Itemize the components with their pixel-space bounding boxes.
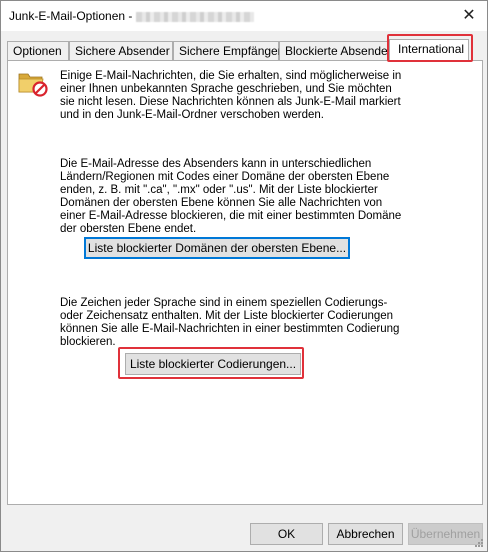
close-button[interactable]: ✕ — [457, 4, 481, 26]
domains-description: Die E-Mail-Adresse des Absenders kann in… — [60, 158, 402, 235]
blocked-encodings-list-button[interactable]: Liste blockierter Codierungen... — [125, 353, 301, 375]
title-bar: Junk-E-Mail-Optionen - ✕ — [1, 1, 487, 31]
junk-folder-icon — [18, 73, 48, 97]
dialog-window: Junk-E-Mail-Optionen - ✕ Optionen Sicher… — [0, 0, 488, 552]
tab-sichere-empfaenger[interactable]: Sichere Empfänger — [173, 41, 282, 61]
resize-grip-icon[interactable] — [474, 538, 484, 548]
tab-blockierte-absender[interactable]: Blockierte Absender — [279, 41, 392, 61]
blurred-account-name — [136, 11, 255, 22]
window-title: Junk-E-Mail-Optionen - — [9, 9, 255, 23]
intro-text: Einige E-Mail-Nachrichten, die Sie erhal… — [60, 70, 402, 121]
blocked-domains-list-button[interactable]: Liste blockierter Domänen der obersten E… — [84, 237, 350, 259]
tab-international[interactable]: International — [389, 39, 469, 62]
ok-button[interactable]: OK — [250, 523, 323, 545]
tab-strip: Optionen Sichere Absender Sichere Empfän… — [7, 39, 483, 62]
window-title-text: Junk-E-Mail-Optionen - — [9, 9, 133, 23]
apply-button[interactable]: Übernehmen — [408, 523, 483, 545]
close-icon: ✕ — [462, 7, 476, 24]
tab-optionen[interactable]: Optionen — [7, 41, 69, 61]
tab-sichere-absender[interactable]: Sichere Absender — [69, 41, 173, 61]
encodings-description: Die Zeichen jeder Sprache sind in einem … — [60, 297, 400, 348]
cancel-button[interactable]: Abbrechen — [328, 523, 403, 545]
international-panel: Einige E-Mail-Nachrichten, die Sie erhal… — [7, 60, 483, 505]
